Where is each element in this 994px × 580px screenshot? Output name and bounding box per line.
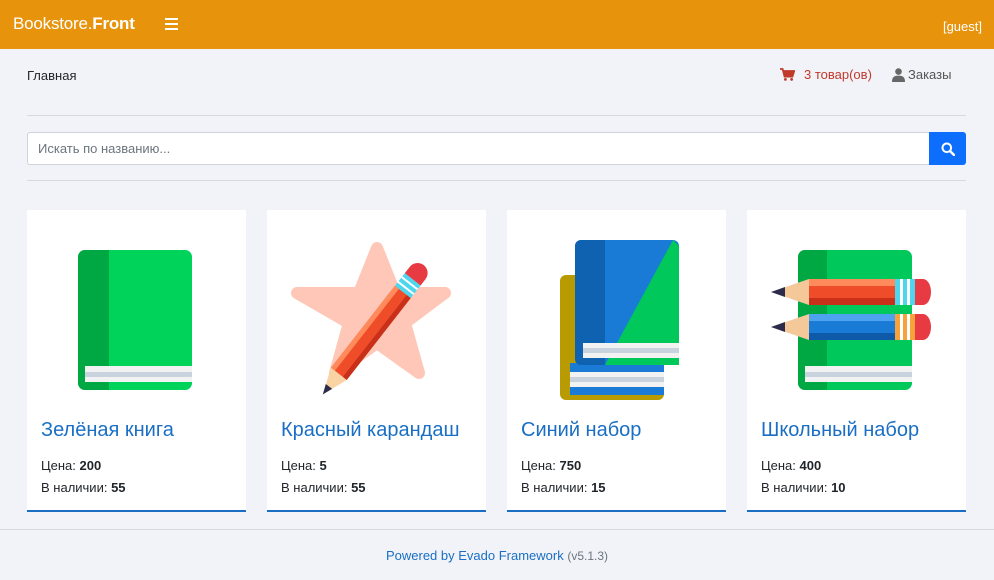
search-input[interactable] — [27, 132, 929, 165]
cart-link[interactable]: 3 товар(ов) — [780, 67, 872, 82]
product-title[interactable]: Школьный набор — [761, 419, 919, 442]
footer-divider — [0, 529, 994, 530]
product-stock: В наличии: 15 — [521, 480, 606, 495]
divider — [27, 115, 966, 116]
orders-label: Заказы — [908, 67, 952, 82]
orders-link[interactable]: Заказы — [892, 67, 951, 82]
product-card[interactable]: Зелёная книга Цена: 200 В наличии: 55 — [27, 210, 246, 512]
search-icon — [941, 142, 955, 156]
product-title[interactable]: Зелёная книга — [41, 419, 174, 442]
product-stock: В наличии: 10 — [761, 480, 846, 495]
product-price: Цена: 750 — [521, 458, 582, 473]
product-card[interactable]: Школьный набор Цена: 400 В наличии: 10 — [747, 210, 966, 512]
cart-count-label: 3 товар(ов) — [804, 67, 872, 82]
top-navbar: Bookstore.Front [guest] — [0, 0, 994, 49]
brand-logo[interactable]: Bookstore.Front — [13, 14, 135, 34]
breadcrumb[interactable]: Главная — [27, 68, 76, 83]
footer: Powered by Evado Framework (v5.1.3) — [0, 548, 994, 563]
divider — [27, 180, 966, 181]
school-set-icon — [771, 250, 931, 390]
user-menu[interactable]: [guest] — [943, 19, 982, 34]
product-stock: В наличии: 55 — [281, 480, 366, 495]
product-title[interactable]: Красный карандаш — [281, 419, 460, 442]
product-price: Цена: 200 — [41, 458, 102, 473]
product-card[interactable]: Красный карандаш Цена: 5 В наличии: 55 — [267, 210, 486, 512]
search-button[interactable] — [929, 132, 966, 165]
user-icon — [892, 67, 905, 82]
product-card[interactable]: Синий набор Цена: 750 В наличии: 15 — [507, 210, 726, 512]
brand-name-bold: Front — [92, 14, 135, 33]
version-label: (v5.1.3) — [567, 549, 609, 563]
product-price: Цена: 400 — [761, 458, 822, 473]
product-price: Цена: 5 — [281, 458, 327, 473]
brand-name-light: Bookstore. — [13, 14, 93, 33]
menu-icon[interactable] — [165, 18, 178, 31]
framework-link[interactable]: Powered by Evado Framework — [386, 548, 564, 563]
product-title[interactable]: Синий набор — [521, 419, 641, 442]
red-pencil-icon — [291, 242, 451, 395]
blue-book-set-icon — [560, 240, 679, 400]
green-book-icon — [78, 250, 192, 390]
product-stock: В наличии: 55 — [41, 480, 126, 495]
cart-icon — [780, 68, 795, 81]
